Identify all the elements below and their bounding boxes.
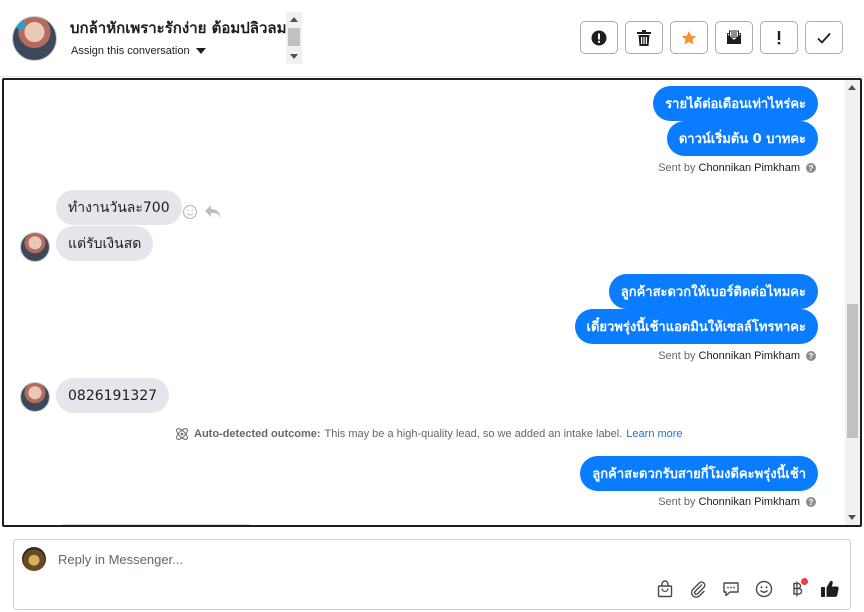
smiley-icon xyxy=(755,580,773,598)
sent-by-label: Sent by Chonnikan Pimkham ? xyxy=(658,350,816,362)
notification-dot xyxy=(801,578,808,585)
like-button[interactable] xyxy=(818,577,842,601)
exclamation-circle-icon xyxy=(591,30,607,45)
help-icon[interactable]: ? xyxy=(806,351,816,361)
message-bubble-outgoing[interactable]: ลูกค้าสะดวกรับสายกี่โมงดีคะพรุ่งนี้เช้า xyxy=(580,456,818,491)
chat-bubble-icon xyxy=(723,582,739,597)
paperclip-icon xyxy=(690,581,706,598)
payment-button[interactable] xyxy=(785,577,809,601)
message-thread[interactable]: รายได้ต่อเดือนเท่าไหร่คะ ดาวน์เริ่มต้น 0… xyxy=(2,78,862,527)
assign-conversation-dropdown[interactable]: Assign this conversation xyxy=(71,45,206,57)
done-button[interactable] xyxy=(805,21,843,54)
outcome-label: Auto-detected outcome: xyxy=(194,428,321,440)
message-bubble-incoming[interactable]: ทำงานวันละ700 xyxy=(56,190,182,225)
reply-composer[interactable]: Reply in Messenger... xyxy=(13,539,851,610)
scroll-thumb[interactable] xyxy=(847,304,858,438)
learn-more-link[interactable]: Learn more xyxy=(626,428,682,440)
envelope-icon xyxy=(727,30,741,44)
trash-icon xyxy=(637,29,651,46)
caret-down-icon xyxy=(195,48,206,54)
attach-button[interactable] xyxy=(686,577,710,601)
scroll-down-icon[interactable] xyxy=(290,54,298,59)
sent-by-prefix: Sent by xyxy=(658,350,696,362)
name-scrollbar[interactable] xyxy=(286,12,302,64)
delete-button[interactable] xyxy=(625,21,663,54)
message-bubble-incoming[interactable]: แต่รับเงินสด xyxy=(56,226,154,261)
sent-by-prefix: Sent by xyxy=(658,162,696,174)
mark-unread-button[interactable] xyxy=(715,21,753,54)
scroll-up-icon[interactable] xyxy=(848,85,856,90)
shopping-bag-icon xyxy=(657,580,673,598)
help-icon[interactable]: ? xyxy=(806,163,816,173)
follow-up-button[interactable] xyxy=(760,21,798,54)
divider xyxy=(62,524,250,525)
message-bubble-incoming[interactable]: 0826191327 xyxy=(56,378,170,413)
reply-icon[interactable] xyxy=(204,204,222,219)
conversation-header: บกล้าหักเพราะรักง่าย ต้อมปลิวลม Assign t… xyxy=(0,0,864,77)
contact-name-box: บกล้าหักเพราะรักง่าย ต้อมปลิวลม Assign t… xyxy=(66,12,302,64)
sent-by-prefix: Sent by xyxy=(658,496,696,508)
thumbs-up-icon xyxy=(821,580,839,597)
spam-button[interactable] xyxy=(580,21,618,54)
header-actions xyxy=(580,21,843,54)
star-button[interactable] xyxy=(670,21,708,54)
thread-scrollbar[interactable] xyxy=(845,80,860,525)
star-icon xyxy=(681,30,697,45)
sent-by-agent[interactable]: Chonnikan Pimkham xyxy=(699,162,801,174)
composer-tools xyxy=(653,577,842,601)
shopping-bag-button[interactable] xyxy=(653,577,677,601)
message-bubble-outgoing[interactable]: รายได้ต่อเดือนเท่าไหร่คะ xyxy=(653,86,818,121)
sent-by-agent[interactable]: Chonnikan Pimkham xyxy=(699,350,801,362)
emoji-button[interactable] xyxy=(752,577,776,601)
contact-avatar-small[interactable] xyxy=(20,382,50,412)
reply-input[interactable]: Reply in Messenger... xyxy=(58,552,183,567)
help-icon[interactable]: ? xyxy=(806,497,816,507)
sent-by-label: Sent by Chonnikan Pimkham ? xyxy=(658,496,816,508)
status-dot xyxy=(16,21,25,30)
outcome-text: This may be a high-quality lead, so we a… xyxy=(324,428,623,440)
emoji-react-icon[interactable] xyxy=(182,204,198,220)
sent-by-agent[interactable]: Chonnikan Pimkham xyxy=(699,496,801,508)
auto-detected-outcome: Auto-detected outcome: This may be a hig… xyxy=(174,426,683,442)
sent-by-label: Sent by Chonnikan Pimkham ? xyxy=(658,162,816,174)
saved-replies-button[interactable] xyxy=(719,577,743,601)
assign-label: Assign this conversation xyxy=(71,45,190,57)
atom-icon xyxy=(176,428,188,440)
message-bubble-outgoing[interactable]: ดาวน์เริ่มต้น 0 บาทคะ xyxy=(666,121,818,156)
exclamation-icon xyxy=(777,30,781,44)
message-bubble-outgoing[interactable]: เดี๋ยวพรุ่งนี้เช้าแอดมินให้เซลล์โทรหาคะ xyxy=(574,309,818,344)
page-avatar xyxy=(22,547,46,571)
conversation-view: บกล้าหักเพราะรักง่าย ต้อมปลิวลม Assign t… xyxy=(0,0,864,612)
scroll-down-icon[interactable] xyxy=(848,515,856,520)
contact-name[interactable]: บกล้าหักเพราะรักง่าย ต้อมปลิวลม xyxy=(70,16,286,40)
message-bubble-outgoing[interactable]: ลูกค้าสะดวกให้เบอร์ติดต่อไหมคะ xyxy=(608,274,818,309)
contact-avatar-small[interactable] xyxy=(20,232,50,262)
contact-avatar[interactable] xyxy=(12,16,57,61)
scroll-up-icon[interactable] xyxy=(290,17,298,22)
check-icon xyxy=(817,32,831,44)
scroll-thumb[interactable] xyxy=(288,28,300,46)
